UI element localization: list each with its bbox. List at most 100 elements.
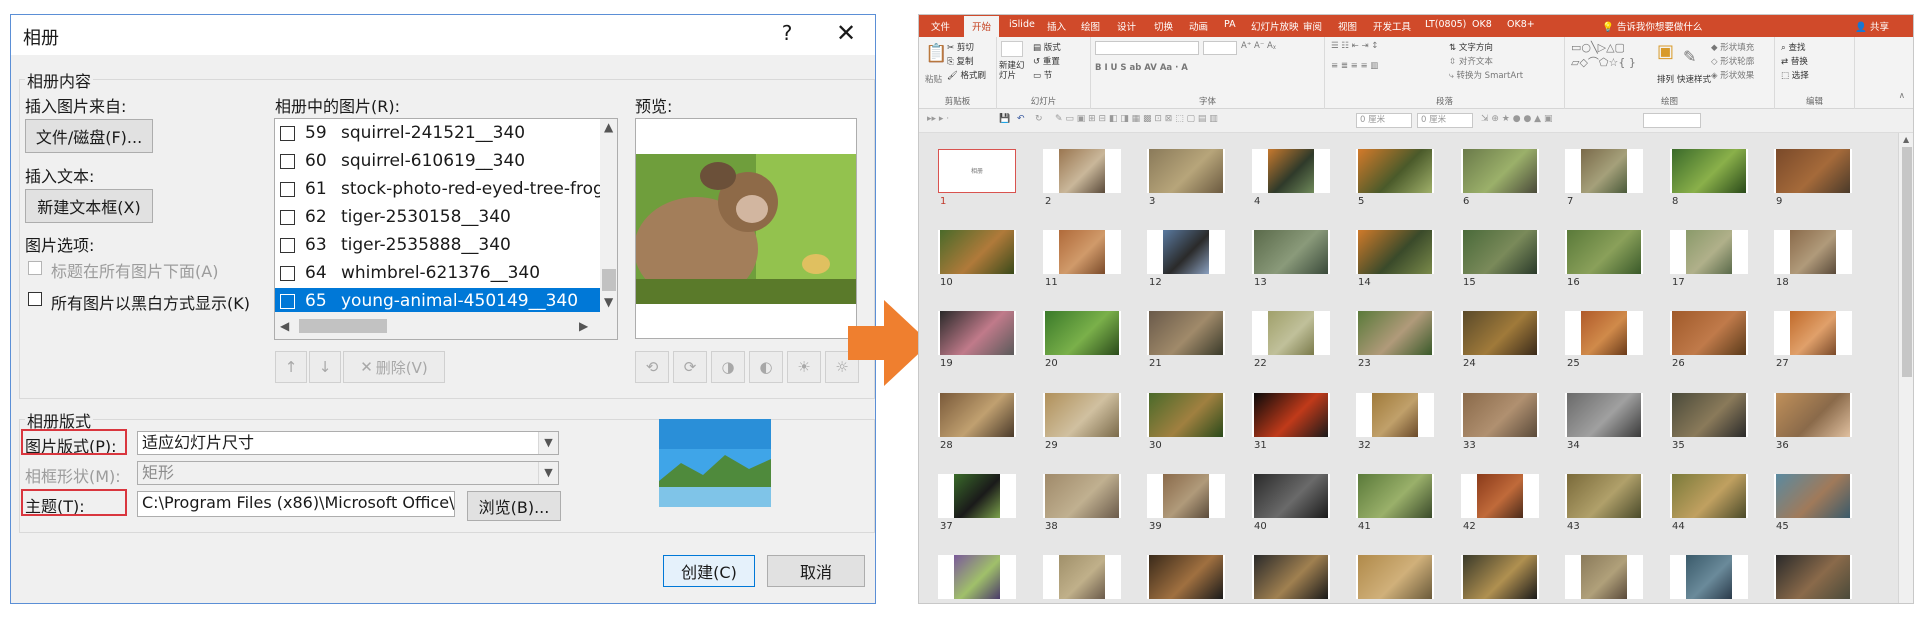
chevron-down-icon[interactable]: ▼ <box>538 432 558 454</box>
save-icon[interactable]: 💾 <box>999 114 1010 124</box>
slide-thumbnail[interactable]: 47 <box>1043 555 1121 603</box>
listbox-horizontal-scrollbar[interactable]: ◀ ▶ <box>275 312 617 339</box>
slide-thumbnail[interactable]: 49 <box>1252 555 1330 603</box>
slide-thumbnail[interactable]: 42 <box>1461 474 1539 532</box>
slide-thumbnail[interactable]: 44 <box>1670 474 1748 532</box>
slide-thumbnail[interactable]: 3 <box>1147 149 1225 207</box>
slide-thumbnail[interactable]: 46 <box>938 555 1016 603</box>
slide-thumbnail[interactable]: 15 <box>1461 230 1539 288</box>
slide-thumbnail[interactable]: 相册 1 <box>938 149 1016 207</box>
slide-thumbnail[interactable]: 25 <box>1565 311 1643 369</box>
picture-checkbox[interactable] <box>280 182 295 197</box>
undo-icon[interactable]: ↶ <box>1017 114 1025 124</box>
slide-thumbnail[interactable]: 12 <box>1147 230 1225 288</box>
slide-thumbnail[interactable]: 52 <box>1565 555 1643 603</box>
shape-effects-button[interactable]: ◈ 形状效果 <box>1711 69 1754 81</box>
picture-checkbox[interactable] <box>280 266 295 281</box>
file-disk-button[interactable]: 文件/磁盘(F)... <box>25 119 153 153</box>
slide-thumbnail[interactable]: 48 <box>1147 555 1225 603</box>
slide-thumbnail[interactable]: 17 <box>1670 230 1748 288</box>
slide-thumbnail[interactable]: 29 <box>1043 393 1121 451</box>
ribbon-tab[interactable]: iSlide <box>1009 19 1035 30</box>
shape-gallery[interactable]: ▭○╲▷△▢ ▱◇⌒⬠☆{ } <box>1571 41 1636 70</box>
sorter-vertical-scrollbar[interactable]: ▲ <box>1898 133 1913 603</box>
new-slide-button[interactable]: 新建幻灯片 <box>999 61 1029 81</box>
picture-checkbox[interactable] <box>280 154 295 169</box>
slide-thumbnail[interactable]: 8 <box>1670 149 1748 207</box>
theme-path-field[interactable]: C:\Program Files (x86)\Microsoft Office\ <box>137 491 455 517</box>
picture-checkbox[interactable] <box>280 126 295 141</box>
ribbon-tab[interactable]: OK8+ <box>1507 19 1535 30</box>
ribbon-tab[interactable]: 切换 <box>1154 19 1173 33</box>
ribbon-tab[interactable]: 审阅 <box>1303 19 1322 33</box>
picture-checkbox[interactable] <box>280 238 295 253</box>
scroll-right-icon[interactable]: ▶ <box>579 319 588 333</box>
slide-thumbnail[interactable]: 43 <box>1565 474 1643 532</box>
vertical-scroll-thumb[interactable] <box>602 269 616 291</box>
ribbon-tab[interactable]: PA <box>1224 19 1236 30</box>
scroll-up-icon[interactable]: ▲ <box>604 120 613 134</box>
slide-thumbnail[interactable]: 18 <box>1774 230 1852 288</box>
picture-layout-select[interactable]: 适应幻灯片尺寸 ▼ <box>137 431 559 455</box>
slide-thumbnail[interactable]: 41 <box>1356 474 1434 532</box>
shape-outline-button[interactable]: ◇ 形状轮廓 <box>1711 55 1754 67</box>
font-format-buttons[interactable]: B I U S ab AV Aa · A <box>1095 63 1188 73</box>
format-painter-button[interactable]: 🖌 格式刷 <box>947 69 986 81</box>
new-textbox-button[interactable]: 新建文本框(X) <box>25 189 153 223</box>
font-size-field[interactable] <box>1203 41 1237 55</box>
slide-thumbnail[interactable]: 53 <box>1670 555 1748 603</box>
slide-thumbnail[interactable]: 23 <box>1356 311 1434 369</box>
ribbon-tab[interactable]: 幻灯片放映 <box>1251 19 1299 33</box>
qat-width-field-b[interactable]: 0 厘米 <box>1417 113 1473 128</box>
ribbon-tab[interactable]: 动画 <box>1189 19 1208 33</box>
slide-thumbnail[interactable]: 32 <box>1356 393 1434 451</box>
slide-thumbnail[interactable]: 28 <box>938 393 1016 451</box>
slide-thumbnail[interactable]: 54 <box>1774 555 1852 603</box>
tell-me-search[interactable]: 💡 告诉我你想要做什么 <box>1602 19 1702 33</box>
align-text-button[interactable]: ⇳ 对齐文本 <box>1449 55 1493 67</box>
layout-button[interactable]: ▤ 版式 <box>1033 41 1061 53</box>
close-icon[interactable]: ✕ <box>831 19 861 47</box>
slide-thumbnail[interactable]: 5 <box>1356 149 1434 207</box>
section-button[interactable]: ▭ 节 <box>1033 69 1052 81</box>
slide-thumbnail[interactable]: 34 <box>1565 393 1643 451</box>
replace-button[interactable]: ⇄ 替换 <box>1781 55 1808 67</box>
ribbon-tab[interactable]: 开始 <box>964 16 1000 37</box>
slide-thumbnail[interactable]: 21 <box>1147 311 1225 369</box>
share-button[interactable]: 👤 共享 <box>1855 19 1889 33</box>
copy-button[interactable]: ⎘ 复制 <box>947 55 974 67</box>
ribbon-tab[interactable]: 视图 <box>1338 19 1357 33</box>
font-name-field[interactable] <box>1095 41 1199 55</box>
ribbon-tab[interactable]: OK8 <box>1472 19 1492 30</box>
qat-width-field-a[interactable]: 0 厘米 <box>1356 113 1412 128</box>
slide-thumbnail[interactable]: 37 <box>938 474 1016 532</box>
slide-thumbnail[interactable]: 45 <box>1774 474 1852 532</box>
slide-thumbnail[interactable]: 36 <box>1774 393 1852 451</box>
scroll-left-icon[interactable]: ◀ <box>280 319 289 333</box>
slide-thumbnail[interactable]: 6 <box>1461 149 1539 207</box>
horizontal-scroll-thumb[interactable] <box>299 319 387 333</box>
picture-checkbox[interactable] <box>280 210 295 225</box>
black-white-label[interactable]: 所有图片以黑白方式显示(K) <box>51 290 250 314</box>
slide-thumbnail[interactable]: 22 <box>1252 311 1330 369</box>
ribbon-tab[interactable]: 开发工具 <box>1373 19 1411 33</box>
slide-thumbnail[interactable]: 11 <box>1043 230 1121 288</box>
ribbon-tab[interactable]: 插入 <box>1047 19 1066 33</box>
shape-fill-button[interactable]: ◆ 形状填充 <box>1711 41 1754 53</box>
text-direction-button[interactable]: ⇅ 文字方向 <box>1449 41 1493 53</box>
slide-thumbnail[interactable]: 19 <box>938 311 1016 369</box>
picture-list-item[interactable]: 62 tiger-2530158__340 <box>275 204 601 232</box>
picture-list-item[interactable]: 61 stock-photo-red-eyed-tree-frog <box>275 176 604 204</box>
slide-thumbnail[interactable]: 39 <box>1147 474 1225 532</box>
slide-thumbnail[interactable]: 30 <box>1147 393 1225 451</box>
slide-thumbnail[interactable]: 40 <box>1252 474 1330 532</box>
ribbon-tab[interactable]: LT(0805) <box>1425 19 1466 30</box>
slide-thumbnail[interactable]: 27 <box>1774 311 1852 369</box>
slide-thumbnail[interactable]: 33 <box>1461 393 1539 451</box>
pictures-listbox[interactable]: 59 squirrel-241521__340 60 squirrel-610619_… <box>274 118 618 340</box>
scroll-down-icon[interactable]: ▼ <box>604 295 613 309</box>
slide-sorter[interactable]: 相册 1 2 3 4 5 6 7 8 9 10 11 12 13 14 15 16 17 18 19 20 21 22 23 2… <box>919 133 1897 603</box>
select-button[interactable]: ⬚ 选择 <box>1781 69 1809 81</box>
slide-thumbnail[interactable]: 9 <box>1774 149 1852 207</box>
help-button[interactable]: ? <box>773 21 801 45</box>
